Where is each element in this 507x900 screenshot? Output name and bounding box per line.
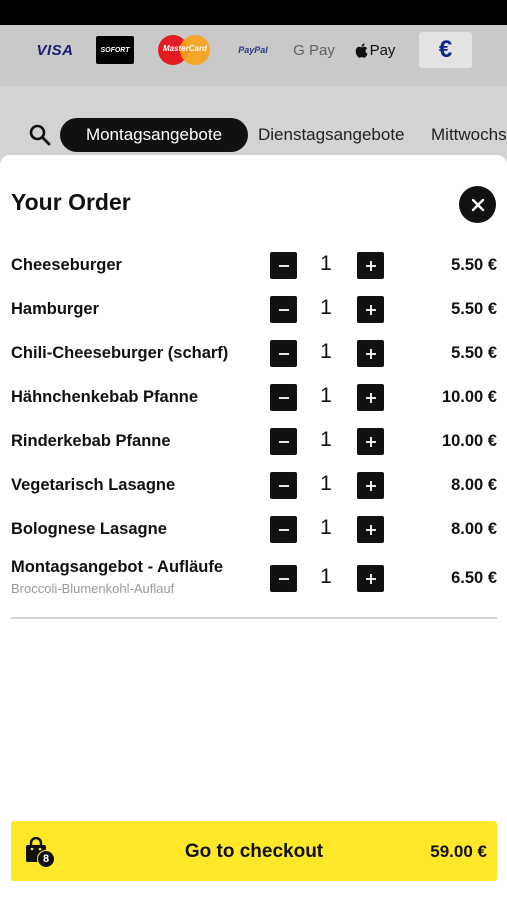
plus-icon: [365, 348, 376, 359]
status-bar: [0, 0, 507, 25]
plus-icon: [365, 480, 376, 491]
item-name: Rinderkebab Pfanne: [11, 432, 171, 450]
plus-icon: [365, 573, 376, 584]
day-tabs: Montagsangebote Dienstagsangebote Mittwo…: [0, 118, 507, 154]
increase-quantity-button[interactable]: [357, 516, 384, 543]
visa-logo: VISA: [36, 41, 74, 59]
plus-icon: [365, 436, 376, 447]
tab-dienstagsangebote[interactable]: Dienstagsangebote: [258, 118, 405, 152]
decrease-quantity-button[interactable]: [270, 516, 297, 543]
apple-pay-logo: Pay: [352, 35, 398, 65]
minus-icon: [278, 440, 289, 443]
increase-quantity-button[interactable]: [357, 384, 384, 411]
item-quantity: 1: [320, 384, 332, 407]
close-button[interactable]: [459, 186, 496, 223]
decrease-quantity-button[interactable]: [270, 428, 297, 455]
decrease-quantity-button[interactable]: [270, 296, 297, 323]
item-price: 6.50 €: [451, 569, 497, 587]
item-subtitle: Broccoli-Blumenkohl-Auflauf: [11, 581, 175, 596]
item-price: 5.50 €: [451, 344, 497, 362]
order-item: Hamburger 1 5.50 €: [0, 294, 507, 324]
item-name: Hähnchenkebab Pfanne: [11, 388, 199, 406]
order-item: Chili-Cheeseburger (scharf) 1 5.50 €: [0, 338, 507, 368]
increase-quantity-button[interactable]: [357, 565, 384, 592]
increase-quantity-button[interactable]: [357, 296, 384, 323]
decrease-quantity-button[interactable]: [270, 384, 297, 411]
payment-methods-strip: VISA SOFORT MasterCard PayPal G Pay Pay …: [0, 25, 507, 86]
item-quantity: 1: [320, 340, 332, 363]
item-quantity: 1: [320, 565, 332, 588]
minus-icon: [278, 577, 289, 580]
item-name: Hamburger: [11, 300, 100, 318]
checkout-total: 59.00 €: [430, 842, 487, 861]
close-icon: [471, 198, 484, 211]
paypal-logo: PayPal: [238, 45, 268, 55]
minus-icon: [278, 308, 289, 311]
plus-icon: [365, 304, 376, 315]
order-item: Montagsangebot - Aufläufe Broccoli-Blume…: [0, 558, 507, 604]
item-quantity: 1: [320, 472, 332, 495]
search-icon[interactable]: [28, 123, 52, 147]
minus-icon: [278, 264, 289, 267]
order-item: Cheeseburger 1 5.50 €: [0, 250, 507, 280]
item-name: Montagsangebot - Aufläufe: [11, 558, 224, 576]
order-item: Bolognese Lasagne 1 8.00 €: [0, 514, 507, 544]
checkout-button[interactable]: 8 Go to checkout 59.00 €: [11, 821, 497, 881]
order-sheet: Your Order Cheeseburger 1 5.50 € Hamburg…: [0, 155, 507, 900]
item-price: 10.00 €: [441, 432, 497, 450]
minus-icon: [278, 396, 289, 399]
mastercard-logo: MasterCard: [158, 35, 210, 65]
divider: [11, 617, 497, 619]
plus-icon: [365, 392, 376, 403]
item-price: 5.50 €: [451, 256, 497, 274]
increase-quantity-button[interactable]: [357, 472, 384, 499]
currency-euro-button[interactable]: €: [419, 32, 472, 68]
increase-quantity-button[interactable]: [357, 340, 384, 367]
google-pay-logo: G Pay: [293, 41, 335, 59]
item-quantity: 1: [320, 428, 332, 451]
tab-mittwochs[interactable]: Mittwochs: [431, 118, 507, 152]
increase-quantity-button[interactable]: [357, 428, 384, 455]
item-name: Cheeseburger: [11, 256, 122, 274]
order-item: Rinderkebab Pfanne 1 10.00 €: [0, 426, 507, 456]
order-item: Vegetarisch Lasagne 1 8.00 €: [0, 470, 507, 500]
checkout-label: Go to checkout: [184, 841, 324, 862]
increase-quantity-button[interactable]: [357, 252, 384, 279]
item-price: 5.50 €: [451, 300, 497, 318]
minus-icon: [278, 528, 289, 531]
item-name: Bolognese Lasagne: [11, 520, 167, 538]
plus-icon: [365, 260, 376, 271]
sofort-logo: SOFORT: [96, 36, 134, 64]
tab-montagsangebote[interactable]: Montagsangebote: [60, 118, 248, 152]
decrease-quantity-button[interactable]: [270, 340, 297, 367]
item-quantity: 1: [320, 516, 332, 539]
item-name: Chili-Cheeseburger (scharf): [11, 344, 229, 362]
item-price: 8.00 €: [451, 520, 497, 538]
item-quantity: 1: [320, 296, 332, 319]
item-name: Vegetarisch Lasagne: [11, 476, 176, 494]
item-price: 10.00 €: [441, 388, 497, 406]
order-title: Your Order: [11, 189, 131, 215]
plus-icon: [365, 524, 376, 535]
minus-icon: [278, 484, 289, 487]
item-price: 8.00 €: [451, 476, 497, 494]
decrease-quantity-button[interactable]: [270, 565, 297, 592]
item-quantity: 1: [320, 252, 332, 275]
minus-icon: [278, 352, 289, 355]
decrease-quantity-button[interactable]: [270, 472, 297, 499]
apple-icon: [355, 42, 368, 58]
order-item: Hähnchenkebab Pfanne 1 10.00 €: [0, 382, 507, 412]
decrease-quantity-button[interactable]: [270, 252, 297, 279]
